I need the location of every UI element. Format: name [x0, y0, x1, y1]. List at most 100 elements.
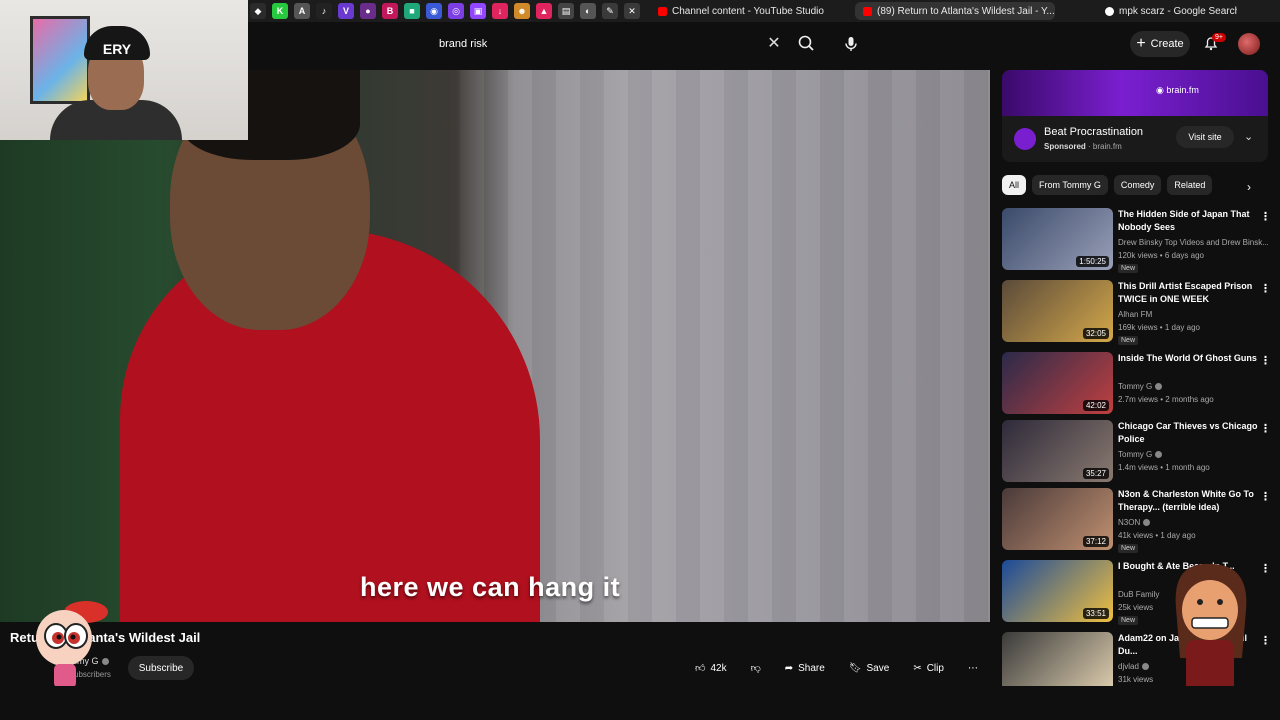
chevron-down-icon[interactable]: ⌄: [1244, 130, 1253, 143]
save-label: Save: [866, 662, 890, 674]
clear-search-icon[interactable]: ✕: [765, 35, 783, 53]
kick-icon[interactable]: K: [272, 3, 288, 19]
more-options-icon[interactable]: ⋮: [1260, 354, 1271, 367]
chip-from-tommy-g[interactable]: From Tommy G: [1032, 175, 1108, 195]
video-thumbnail[interactable]: 37:12: [1002, 488, 1113, 550]
tab-google-search[interactable]: mpk scarz - Google Search: [1097, 2, 1237, 20]
video-thumbnail[interactable]: 32:05: [1002, 280, 1113, 342]
save-button[interactable]: 🔖︎ Save: [840, 656, 899, 680]
ad-banner[interactable]: [1002, 70, 1268, 116]
a-app-icon[interactable]: A: [294, 3, 310, 19]
upload-age: 1 day ago: [1164, 323, 1200, 332]
recommended-video[interactable]: 35:27 Chicago Car Thieves vs Chicago Poli…: [1002, 420, 1272, 484]
channel-name[interactable]: Drew Binsky Top Videos and Drew Binsk...: [1118, 238, 1268, 247]
video-duration: 1:50:25: [1076, 256, 1109, 267]
account-avatar[interactable]: [1238, 33, 1260, 55]
recommended-video[interactable]: 1:50:25 The Hidden Side of Japan That Nob…: [1002, 208, 1272, 273]
more-actions-button[interactable]: ⋯: [959, 656, 987, 680]
ad-banner-logo: ◉ brain.fm: [1156, 85, 1199, 96]
channel-name-text: Tommy G: [1118, 450, 1153, 459]
twitch-icon[interactable]: ▣: [470, 3, 486, 19]
notification-count-badge: 9+: [1212, 33, 1226, 42]
app-icon[interactable]: ◎: [448, 3, 464, 19]
video-thumbnail[interactable]: 35:27: [1002, 420, 1113, 482]
more-options-icon[interactable]: ⋮: [1260, 562, 1271, 575]
video-title[interactable]: Inside The World Of Ghost Guns: [1118, 352, 1258, 365]
verified-icon: [1155, 383, 1163, 391]
app-icon[interactable]: ✎: [602, 3, 618, 19]
video-title[interactable]: This Drill Artist Escaped Prison TWICE i…: [1118, 280, 1258, 306]
app-icon[interactable]: ■: [404, 3, 420, 19]
recommended-video[interactable]: 42:02 Inside The World Of Ghost Guns Tommy…: [1002, 352, 1272, 416]
wall-poster: [30, 16, 90, 104]
create-label: Create: [1150, 38, 1184, 50]
ad-title[interactable]: Beat Procrastination: [1044, 126, 1143, 138]
chip-related[interactable]: Related: [1167, 175, 1213, 195]
clip-label: Clip: [926, 662, 944, 674]
video-thumbnail[interactable]: 42:02: [1002, 352, 1113, 414]
channel-name[interactable]: Tommy G: [1118, 382, 1268, 391]
tab-youtube-video[interactable]: (89) Return to Atlanta's Wildest Jail - …: [855, 2, 1055, 20]
share-button[interactable]: ➦ Share: [776, 656, 834, 680]
bookmark-icon: 🔖︎: [848, 662, 862, 674]
new-badge: New: [1118, 264, 1139, 273]
channel-name-text: DuB Family: [1118, 590, 1160, 599]
new-badge: New: [1118, 616, 1139, 625]
channel-name[interactable]: Alhan FM: [1118, 310, 1268, 319]
video-title[interactable]: The Hidden Side of Japan That Nobody See…: [1118, 208, 1258, 234]
more-options-icon[interactable]: ⋮: [1260, 422, 1271, 435]
more-options-icon[interactable]: ⋮: [1260, 282, 1271, 295]
chip-all[interactable]: All: [1002, 175, 1027, 195]
app-icon[interactable]: ☻: [514, 3, 530, 19]
tab-youtube-studio[interactable]: Channel content - YouTube Studio: [650, 2, 825, 20]
chevron-right-icon[interactable]: ›: [1247, 180, 1251, 194]
create-button[interactable]: + Create: [1130, 31, 1190, 57]
page-bottom-bar: [0, 686, 1280, 720]
video-player[interactable]: here we can hang it: [0, 70, 990, 622]
clipboard-icon[interactable]: ▤: [558, 3, 574, 19]
more-options-icon[interactable]: ⋮: [1260, 634, 1271, 647]
more-options-icon[interactable]: ⋮: [1260, 210, 1271, 223]
video-thumbnail[interactable]: [1002, 632, 1113, 694]
view-count: 25k views: [1118, 603, 1154, 612]
youtube-icon: [658, 6, 667, 16]
app-icon[interactable]: ◐: [580, 3, 596, 19]
tab-label: Channel content - YouTube Studio: [672, 5, 824, 17]
video-thumbnail[interactable]: 33:51: [1002, 560, 1113, 622]
new-badge: New: [1118, 336, 1139, 345]
channel-name[interactable]: Tommy G: [1118, 450, 1268, 459]
channel-name-text: Alhan FM: [1118, 310, 1153, 319]
subscribe-button[interactable]: Subscribe: [128, 656, 194, 680]
tiktok-icon[interactable]: ♪: [316, 3, 332, 19]
recommended-video[interactable]: 37:12 N3on & Charleston White Go To Thera…: [1002, 488, 1272, 553]
video-title[interactable]: Chicago Car Thieves vs Chicago Police: [1118, 420, 1258, 446]
app-icon[interactable]: ●: [360, 3, 376, 19]
search-button[interactable]: [794, 31, 820, 57]
like-button[interactable]: 👍︎ 42k: [686, 656, 736, 680]
verified-icon: [1141, 663, 1149, 671]
clip-button[interactable]: ✂ Clip: [904, 656, 953, 680]
search-input[interactable]: brand risk: [425, 30, 790, 58]
app-icon[interactable]: ✕: [624, 3, 640, 19]
ad-meta: Sponsored · brain.fm: [1044, 142, 1122, 151]
b-app-icon[interactable]: B: [382, 3, 398, 19]
video-meta: 41k views • 1 day ago: [1118, 531, 1196, 540]
video-meta: 2.7m views • 2 months ago: [1118, 395, 1214, 404]
visit-site-button[interactable]: Visit site: [1176, 126, 1234, 148]
app-icon[interactable]: ▲: [536, 3, 552, 19]
channel-name-text: djvlad: [1118, 662, 1139, 671]
voice-search-button[interactable]: [838, 31, 864, 57]
chip-comedy[interactable]: Comedy: [1113, 175, 1162, 195]
channel-name-text: N3ON: [1118, 518, 1141, 527]
video-duration: 33:51: [1082, 608, 1109, 619]
recommended-video[interactable]: 32:05 This Drill Artist Escaped Prison TW…: [1002, 280, 1272, 345]
download-icon[interactable]: ↓: [492, 3, 508, 19]
v-app-icon[interactable]: V: [338, 3, 354, 19]
video-thumbnail[interactable]: 1:50:25: [1002, 208, 1113, 270]
dislike-button[interactable]: 👎︎: [742, 656, 770, 680]
notion-icon[interactable]: ◆: [250, 3, 266, 19]
app-icon[interactable]: ◉: [426, 3, 442, 19]
video-title[interactable]: N3on & Charleston White Go To Therapy...…: [1118, 488, 1258, 514]
more-options-icon[interactable]: ⋮: [1260, 490, 1271, 503]
channel-name[interactable]: N3ON: [1118, 518, 1268, 527]
